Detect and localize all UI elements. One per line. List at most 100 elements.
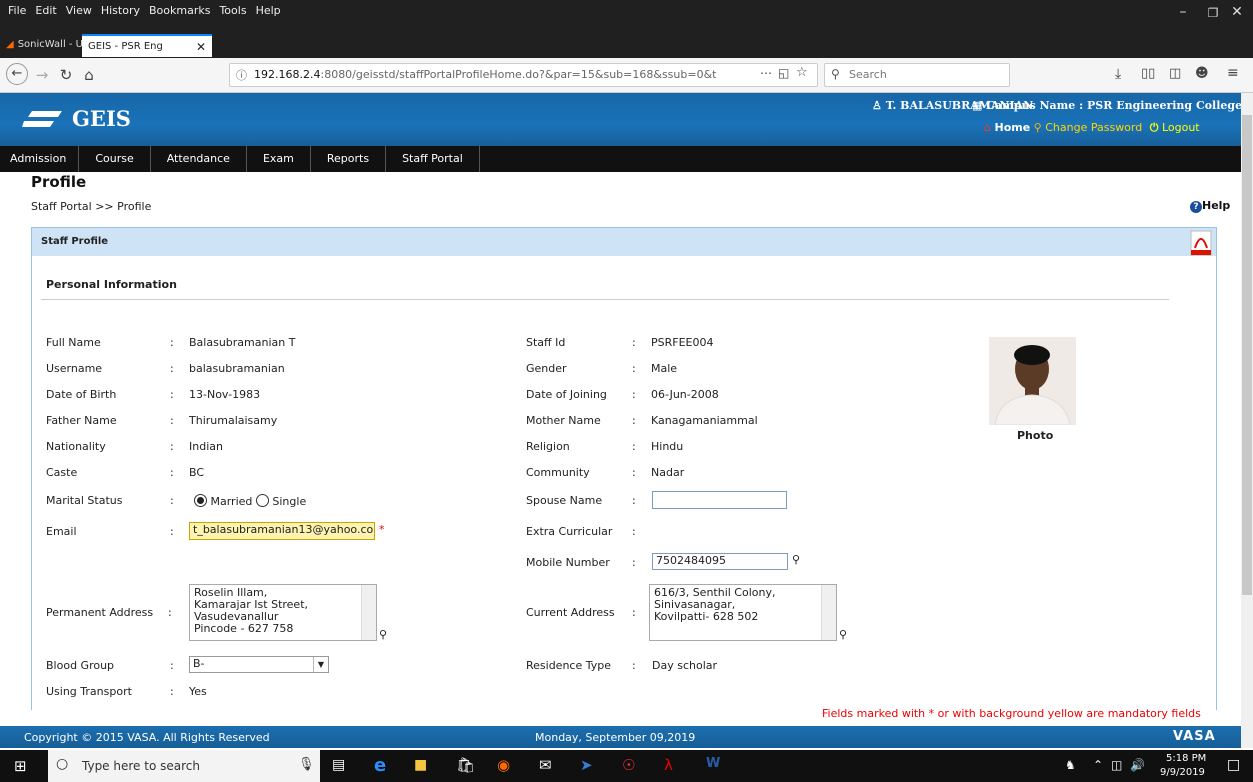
label-community: Community (526, 466, 590, 479)
clock-date[interactable]: 9/9/2019 (1160, 767, 1205, 778)
pocket-icon[interactable]: ◱ (778, 66, 789, 80)
taskbar-search-icon: ○ (56, 756, 69, 772)
label-staff-id: Staff Id (526, 336, 566, 349)
sidebar-icon[interactable]: ◫ (1169, 66, 1181, 81)
mobile-search-icon[interactable]: ⚲ (792, 553, 800, 566)
task-view-icon[interactable]: ▤ (332, 757, 345, 773)
reload-icon[interactable]: ↻ (55, 66, 77, 84)
footer-date: Monday, September 09,2019 (535, 731, 696, 744)
staff-photo (989, 337, 1076, 425)
forward-icon[interactable]: → (31, 66, 53, 84)
menu-admission[interactable]: Admission (0, 146, 80, 172)
geis-logo-icon (22, 111, 62, 127)
info-icon[interactable]: ⓘ (236, 67, 247, 83)
tab-geis[interactable]: GEIS - PSR Eng ✕ (82, 34, 212, 57)
label-mother-name: Mother Name (526, 414, 601, 427)
menu-file[interactable]: File (8, 4, 26, 17)
blood-group-select[interactable]: B- ▼ (189, 656, 329, 673)
network-icon[interactable]: ◫ (1111, 758, 1122, 772)
account-icon[interactable]: ☻ (1195, 66, 1209, 81)
menu-edit[interactable]: Edit (35, 4, 56, 17)
store-icon[interactable]: 🛍 (456, 756, 475, 774)
current-address-search-icon[interactable]: ⚲ (839, 628, 847, 641)
close-window-icon[interactable]: ✕ (1222, 4, 1252, 20)
scrollbar-thumb[interactable] (1242, 115, 1252, 595)
menu-help[interactable]: Help (256, 4, 281, 17)
taskbar-search-input[interactable]: ○ Type here to search 🎙 (48, 750, 320, 782)
send-icon[interactable]: ➤ (580, 756, 593, 774)
value-using-transport: Yes (189, 685, 207, 698)
firefox-icon[interactable]: ◉ (497, 756, 510, 774)
file-explorer-icon[interactable]: ■ (414, 757, 427, 773)
bookmark-star-icon[interactable]: ☆ (796, 65, 808, 80)
label-mobile-number: Mobile Number (526, 556, 610, 569)
campus-name: Campus Name : PSR Engineering College (986, 99, 1243, 112)
permanent-address-search-icon[interactable]: ⚲ (379, 628, 387, 641)
home-link[interactable]: Home (994, 121, 1030, 134)
download-icon[interactable]: ⤓ (1115, 66, 1121, 82)
change-password-link[interactable]: Change Password (1045, 121, 1142, 134)
staff-profile-panel: Staff Profile Personal Information Full … (31, 227, 1217, 710)
menu-course[interactable]: Course (79, 146, 151, 172)
mail-icon[interactable]: ✉ (539, 756, 552, 774)
menu-exam[interactable]: Exam (247, 146, 311, 172)
volume-icon[interactable]: 🔊 (1130, 758, 1145, 772)
library-icon[interactable]: ▯▯ (1141, 66, 1155, 81)
people-icon[interactable]: ♞ (1065, 758, 1076, 772)
word-icon[interactable]: W (706, 756, 720, 771)
tray-expand-icon[interactable]: ⌃ (1093, 758, 1103, 772)
page-scrollbar[interactable] (1241, 93, 1253, 748)
menu-view[interactable]: View (66, 4, 92, 17)
label-email: Email (46, 525, 77, 538)
acrobat-icon[interactable]: λ (664, 756, 673, 774)
chevron-down-icon[interactable]: ▼ (313, 657, 328, 672)
label-using-transport: Using Transport (46, 685, 132, 698)
tab-sonicwall[interactable]: ◢ SonicWall - U (0, 34, 82, 56)
logout-link[interactable]: Logout (1162, 121, 1200, 134)
minimize-icon[interactable]: – (1168, 4, 1198, 20)
menu-attendance[interactable]: Attendance (151, 146, 247, 172)
browser-search-input[interactable]: ⚲ Search (824, 63, 1010, 87)
microphone-icon[interactable]: 🎙 (298, 757, 315, 772)
back-icon[interactable]: ← (6, 63, 28, 85)
clock-time[interactable]: 5:18 PM (1166, 753, 1206, 764)
tab-strip: ◢ SonicWall - U GEIS - PSR Eng ✕ (0, 34, 212, 58)
key-icon: ⚲ (1033, 121, 1042, 134)
url-path: :8080/geisstd/staffPortalProfileHome.do?… (320, 68, 717, 81)
close-tab-icon[interactable]: ✕ (196, 36, 206, 57)
spouse-name-input[interactable] (652, 491, 787, 509)
menu-history[interactable]: History (101, 4, 140, 17)
windows-start-icon[interactable]: ⊞ (14, 757, 27, 775)
radio-married[interactable] (194, 494, 207, 507)
menu-reports[interactable]: Reports (311, 146, 387, 172)
required-marker: * (379, 523, 385, 536)
permanent-address-scrollbar[interactable] (361, 585, 376, 640)
value-dob: 13-Nov-1983 (189, 388, 261, 401)
help-link[interactable]: ? Help (1190, 199, 1230, 213)
email-field[interactable]: t_balasubramanian13@yahoo.co. (189, 522, 375, 540)
pdf-icon[interactable] (1190, 230, 1212, 256)
hamburger-menu-icon[interactable]: ≡ (1227, 65, 1239, 81)
value-username: balasubramanian (189, 362, 285, 375)
permanent-address-textarea[interactable]: Roselin Illam, Kamarajar Ist Street, Vas… (189, 584, 377, 641)
value-religion: Hindu (651, 440, 684, 453)
app-header: GEIS ♙ T. BALASUBRAMANIAN ▦ Campus Name … (0, 93, 1243, 146)
chrome-icon[interactable]: ☉ (622, 756, 635, 774)
edge-icon[interactable]: e (374, 755, 386, 776)
home-icon[interactable]: ⌂ (78, 66, 100, 84)
radio-single[interactable] (255, 494, 269, 507)
current-address-scrollbar[interactable] (821, 585, 836, 640)
menu-staff-portal[interactable]: Staff Portal (386, 146, 480, 172)
app-footer: Copyright © 2015 VASA. All Rights Reserv… (0, 726, 1241, 748)
menu-bookmarks[interactable]: Bookmarks (149, 4, 210, 17)
value-mother-name: Kanagamaniammal (651, 414, 758, 427)
current-address-textarea[interactable]: 616/3, Senthil Colony, Sinivasanagar, Ko… (649, 584, 837, 641)
help-icon: ? (1190, 201, 1202, 213)
mobile-number-input[interactable]: 7502484095 (652, 553, 788, 570)
url-bar[interactable]: ⓘ 192.168.2.4:8080/geisstd/staffPortalPr… (229, 63, 818, 87)
notifications-icon[interactable]: □ (1227, 757, 1240, 773)
more-actions-icon[interactable]: ⋯ (760, 66, 772, 80)
value-nationality: Indian (189, 440, 223, 453)
menu-tools[interactable]: Tools (219, 4, 246, 17)
label-current-address: Current Address (526, 606, 615, 619)
